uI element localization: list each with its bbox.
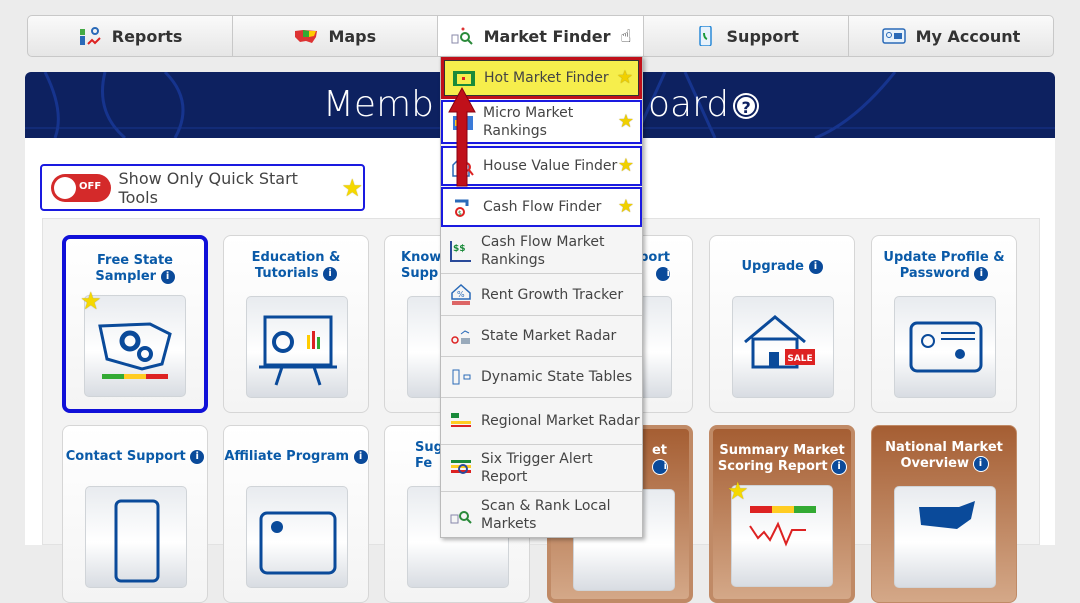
card-update-profile[interactable]: Update Profile & Password i xyxy=(871,235,1017,413)
market-finder-icon xyxy=(451,27,473,45)
menu-item-cash-flow-finder[interactable]: $ Cash Flow Finder ★ xyxy=(441,187,642,227)
faucet-money-icon: $ xyxy=(455,199,469,217)
star-icon: ★ xyxy=(617,111,634,132)
info-icon[interactable]: i xyxy=(973,456,988,471)
star-icon: ★ xyxy=(80,287,102,315)
quick-start-label: Show Only Quick Start Tools xyxy=(118,168,298,207)
star-icon: ★ xyxy=(617,155,634,176)
presentation-icon xyxy=(259,315,337,386)
red-arrow-annotation xyxy=(448,86,476,187)
card-upgrade[interactable]: Upgrade i SALE xyxy=(709,235,855,413)
quick-start-filter: OFF Show Only Quick Start Tools ★ xyxy=(40,164,365,211)
star-icon: ★ xyxy=(727,477,749,505)
affiliate-card-icon xyxy=(259,511,337,575)
card-national-market-overview[interactable]: National Market Overview i xyxy=(871,425,1017,603)
menu-item-cash-flow-market-rankings[interactable]: $$ Cash Flow Market Rankings xyxy=(441,229,642,274)
card-summary-market-scoring-report[interactable]: Summary Market Scoring Report i ★ xyxy=(709,425,855,603)
star-icon: ★ xyxy=(617,196,634,217)
svg-text:SALE: SALE xyxy=(787,354,812,364)
info-icon[interactable]: i xyxy=(353,449,368,464)
svg-text:$$: $$ xyxy=(453,244,466,254)
main-nav: Reports Maps Market Finder ☝ Support My A… xyxy=(27,15,1054,57)
info-icon[interactable]: i xyxy=(190,449,205,464)
phone-icon xyxy=(698,26,712,46)
house-percent-icon: % xyxy=(451,283,471,305)
info-icon[interactable]: i xyxy=(323,266,338,281)
phone-icon xyxy=(114,499,160,583)
card-affiliate-program[interactable]: Affiliate Program i xyxy=(223,425,369,603)
info-icon[interactable]: i xyxy=(832,459,847,474)
star-icon: ★ xyxy=(616,67,633,88)
menu-item-regional-market-radar[interactable]: Regional Market Radar xyxy=(441,398,642,445)
tab-my-account[interactable]: My Account xyxy=(849,16,1053,56)
cash-chart-icon: $$ xyxy=(450,241,471,262)
state-radar-icon xyxy=(451,330,470,344)
us-map-icon xyxy=(295,30,318,43)
us-map-icon xyxy=(919,501,975,529)
info-icon[interactable]: i xyxy=(160,269,175,284)
svg-text:%: % xyxy=(457,290,465,299)
tab-reports[interactable]: Reports xyxy=(28,16,234,56)
reports-chart-icon xyxy=(79,27,101,45)
menu-item-rent-growth-tracker[interactable]: % Rent Growth Tracker xyxy=(441,274,642,316)
menu-item-state-market-radar[interactable]: State Market Radar xyxy=(441,316,642,357)
info-icon[interactable]: i xyxy=(808,259,823,274)
card-free-state-sampler[interactable]: Free State Sampler i ★ xyxy=(62,235,208,413)
card-education-tutorials[interactable]: Education & Tutorials i xyxy=(223,235,369,413)
svg-text:$: $ xyxy=(458,210,462,217)
info-icon[interactable]: i xyxy=(653,459,667,474)
menu-item-six-trigger-alert-report[interactable]: Six Trigger Alert Report xyxy=(441,445,642,492)
table-flow-icon xyxy=(452,369,471,385)
tab-market-finder[interactable]: Market Finder ☝ xyxy=(438,16,644,56)
hand-cursor-icon: ☝ xyxy=(620,25,632,47)
trigger-alert-icon xyxy=(451,460,471,474)
card-contact-support[interactable]: Contact Support i xyxy=(62,425,208,603)
profile-card-icon xyxy=(909,321,983,373)
account-card-icon xyxy=(881,28,906,44)
regional-radar-icon xyxy=(451,413,471,427)
scan-search-icon xyxy=(450,511,472,524)
question-icon[interactable]: ? xyxy=(735,95,758,117)
tab-maps[interactable]: Maps xyxy=(233,16,439,56)
info-icon[interactable]: i xyxy=(656,266,670,281)
tab-support[interactable]: Support xyxy=(644,16,849,56)
menu-item-scan-rank-local-markets[interactable]: Scan & Rank Local Markets xyxy=(441,492,642,538)
quick-start-toggle[interactable]: OFF xyxy=(51,173,111,202)
menu-item-dynamic-state-tables[interactable]: Dynamic State Tables xyxy=(441,357,642,398)
star-icon: ★ xyxy=(341,173,363,202)
house-sale-icon: SALE xyxy=(744,315,815,369)
info-icon[interactable]: i xyxy=(974,266,989,281)
